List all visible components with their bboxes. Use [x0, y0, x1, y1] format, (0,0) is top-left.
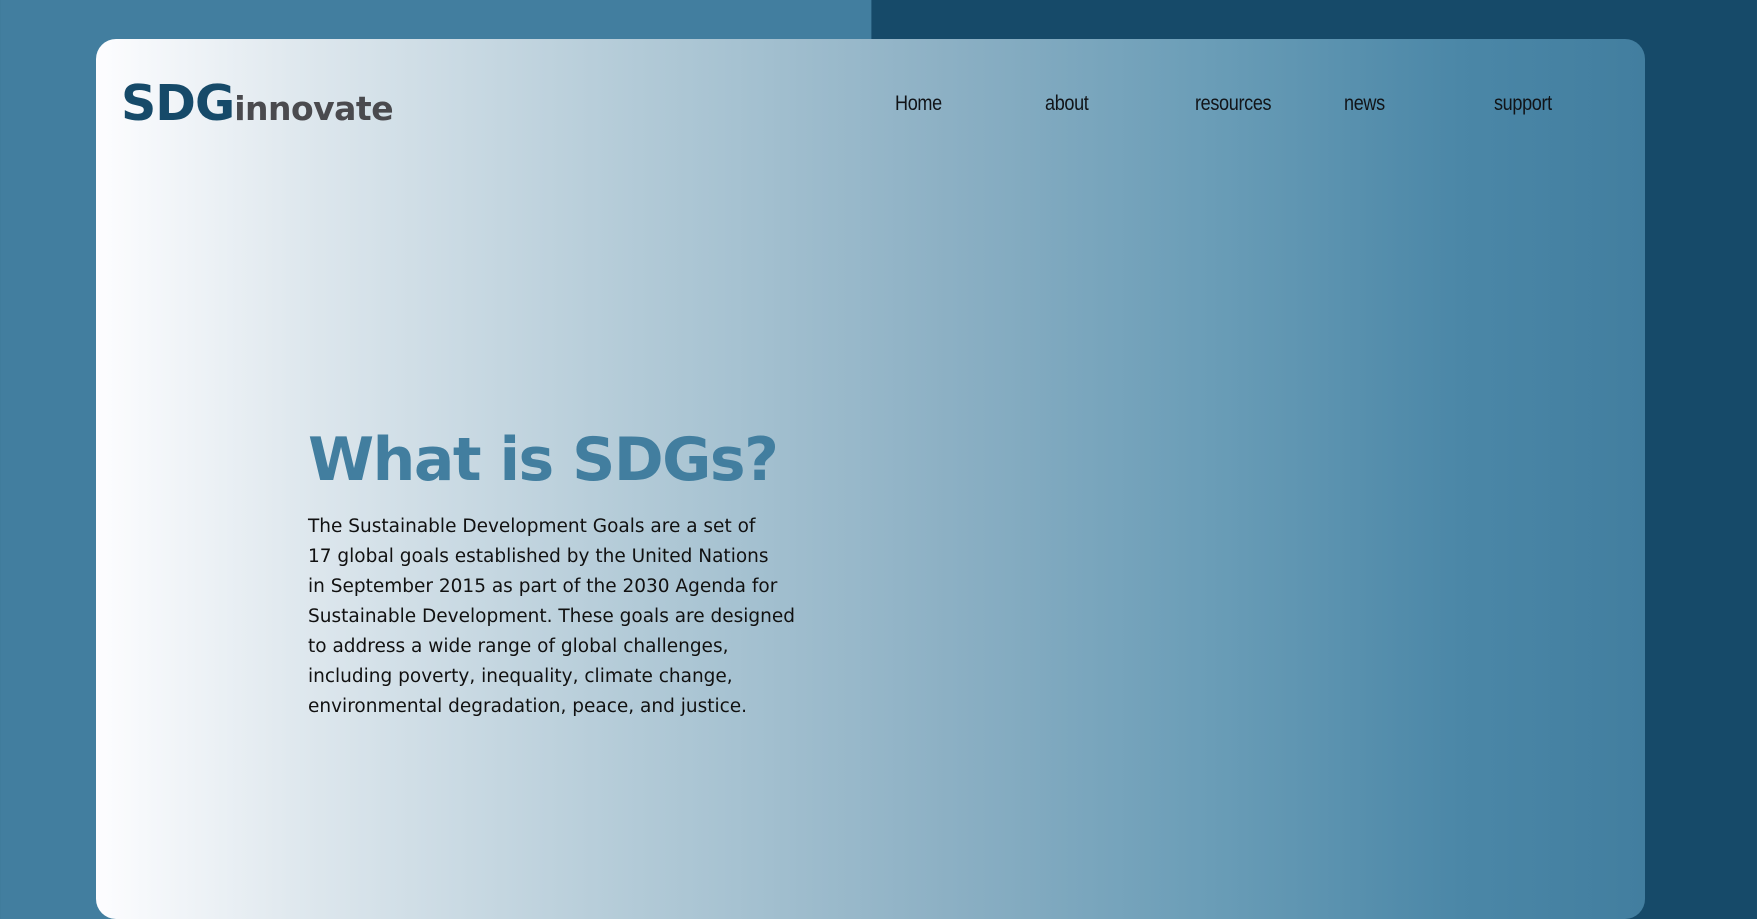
nav-item-resources[interactable]: resources: [1195, 92, 1272, 116]
hero-description-line: including poverty, inequality, climate c…: [308, 666, 733, 687]
nav-item-support[interactable]: support: [1494, 92, 1552, 116]
hero-description-line: in September 2015 as part of the 2030 Ag…: [308, 576, 778, 597]
nav-item-news[interactable]: news: [1344, 92, 1385, 116]
hero-description-line: environmental degradation, peace, and ju…: [308, 696, 748, 717]
nav-item-about[interactable]: about: [1045, 92, 1089, 116]
hero-description-line: Sustainable Development. These goals are…: [308, 606, 796, 627]
nav-item-home[interactable]: Home: [895, 92, 942, 116]
main-nav: Home about resources news support: [96, 92, 1645, 122]
hero-card: SDGinnovate Home about resources news su…: [96, 39, 1645, 919]
hero-section: What is SDGs? The Sustainable Developmen…: [308, 424, 868, 722]
hero-title: What is SDGs?: [308, 425, 779, 495]
hero-description-line: 17 global goals established by the Unite…: [308, 546, 769, 567]
hero-description-line: The Sustainable Development Goals are a …: [308, 516, 756, 537]
hero-description: The Sustainable Development Goals are a …: [308, 512, 848, 722]
hero-description-line: to address a wide range of global challe…: [308, 636, 729, 657]
